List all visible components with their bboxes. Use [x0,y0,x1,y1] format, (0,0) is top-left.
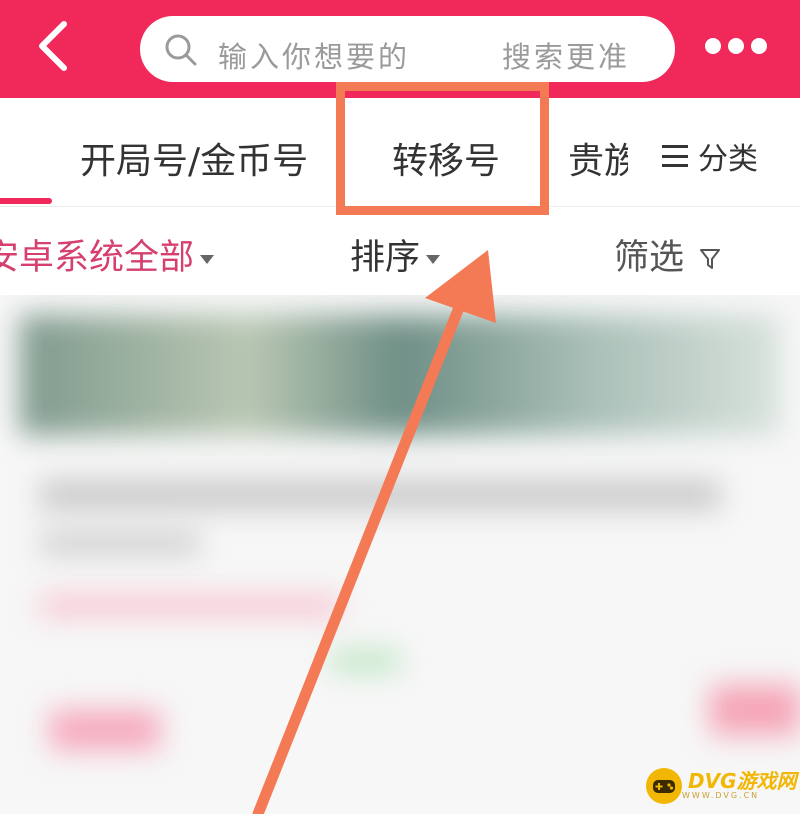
more-options-icon[interactable] [705,38,767,58]
gamepad-icon [646,768,682,804]
caret-down-icon [426,254,441,264]
blurred-subtitle [40,530,200,556]
tab-transfer-account[interactable]: 转移号 [392,132,500,184]
blurred-title [40,480,720,510]
caret-down-icon [200,254,215,264]
system-filter-label: 安卓系统全部 [0,238,195,278]
system-filter[interactable]: 安卓系统全部 [0,229,215,280]
filter-bar: 安卓系统全部 排序 筛选 [0,207,800,295]
tab-bar: 开局号/金币号 转移号 贵族 分类 [0,98,800,207]
back-button[interactable] [30,18,80,74]
category-label: 分类 [698,142,758,177]
sort-dropdown[interactable]: 排序 [350,229,441,280]
listing-area-blurred [0,295,800,814]
tab-starter-account[interactable]: 开局号/金币号 [80,132,308,184]
blurred-tags [40,595,340,617]
funnel-icon [700,249,721,269]
search-box[interactable]: 输入你想要的 搜索更准 [140,16,675,82]
top-bar: 输入你想要的 搜索更准 [0,0,800,98]
back-arrow-icon [39,21,67,71]
search-placeholder: 输入你想要的 [218,40,411,74]
sort-label: 排序 [350,238,421,278]
search-placeholder-suffix: 搜索更准 [502,40,631,74]
blurred-banner-image [20,315,780,435]
filter-label: 筛选 [614,238,685,278]
filter-button[interactable]: 筛选 [614,229,721,280]
blurred-button [710,685,800,735]
blurred-badge [330,650,400,672]
active-tab-indicator [0,198,52,204]
tab-noble-account[interactable]: 贵族 [568,132,628,184]
category-button[interactable]: 分类 [662,134,758,178]
search-icon [165,34,197,66]
watermark: DVG游戏网 WWW.DVG.CN [646,766,797,806]
blurred-price [50,710,160,750]
menu-icon [662,145,688,167]
watermark-text: DVG游戏网 WWW.DVG.CN [682,771,797,801]
watermark-title: DVG游戏网 [688,769,797,793]
